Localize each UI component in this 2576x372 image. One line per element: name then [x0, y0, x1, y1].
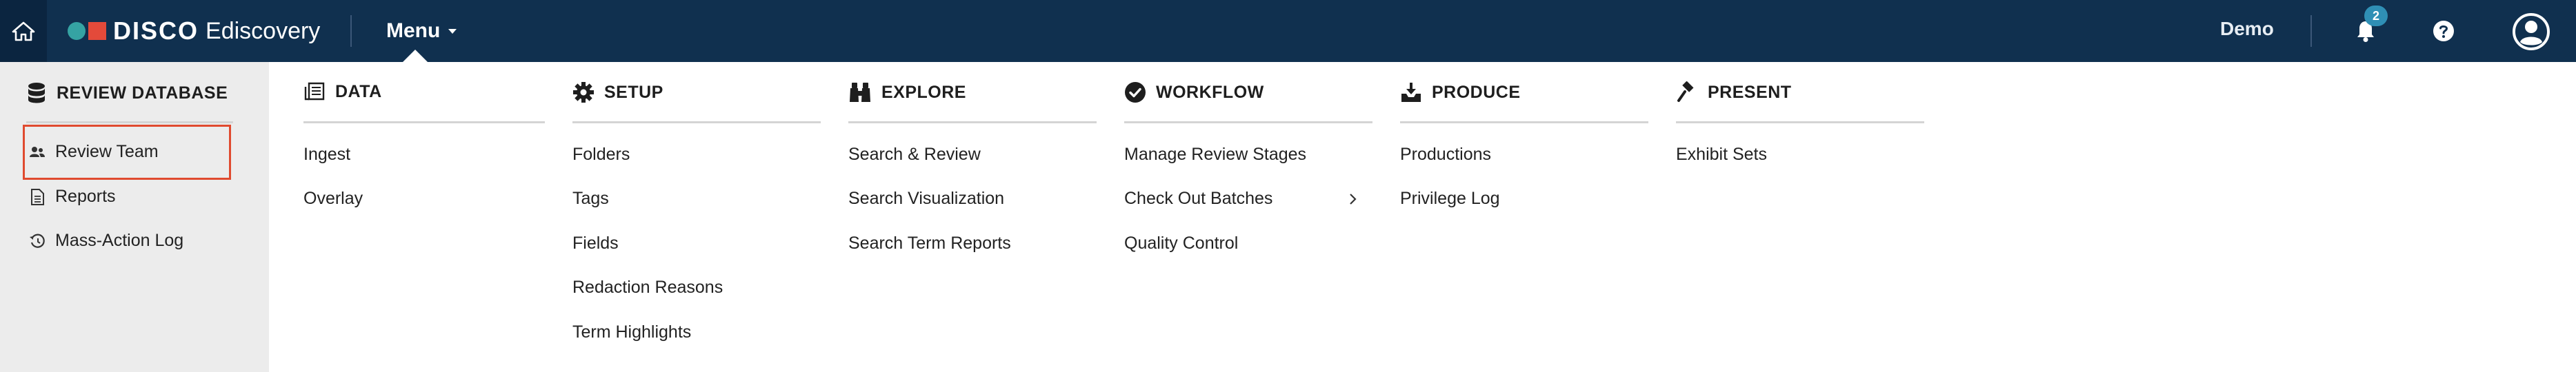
menu-item-label: Review Team	[55, 142, 159, 161]
menu-item-productions[interactable]: Productions	[1400, 145, 1491, 165]
logo-square-icon	[88, 22, 106, 40]
menu-item-manage-review-stages[interactable]: Manage Review Stages	[1124, 145, 1306, 165]
menu-item-folders[interactable]: Folders	[572, 145, 630, 165]
download-tray-icon	[1401, 83, 1421, 102]
menu-item-fields[interactable]: Fields	[572, 234, 619, 254]
setup-section-title: SETUP	[604, 82, 663, 102]
review-database-header: REVIEW DATABASE	[26, 81, 228, 105]
document-icon	[31, 188, 44, 205]
header-rule	[1400, 121, 1648, 123]
menu-item-label: Fields	[572, 234, 619, 253]
header-rule	[303, 121, 545, 123]
menu-item-privilege-log[interactable]: Privilege Log	[1400, 189, 1500, 209]
explore-section-title: EXPLORE	[881, 82, 966, 102]
caret-down-icon	[448, 28, 457, 34]
menu-label: Menu	[386, 19, 441, 42]
review-database-title: REVIEW DATABASE	[57, 83, 228, 103]
users-icon	[30, 146, 45, 157]
menu-item-label: Check Out Batches	[1124, 189, 1273, 208]
produce-section-title: PRODUCE	[1432, 82, 1521, 102]
menu-item-search-term-reports[interactable]: Search Term Reports	[848, 234, 1011, 254]
menu-item-label: Reports	[55, 187, 116, 206]
menu-item-tags[interactable]: Tags	[572, 189, 609, 209]
history-icon	[30, 234, 45, 248]
menu-item-overlay[interactable]: Overlay	[303, 189, 363, 209]
menu-item-label: Folders	[572, 145, 630, 164]
product-name: Ediscovery	[206, 17, 321, 44]
data-section-header: DATA	[303, 81, 382, 102]
workflow-section-header: WORKFLOW	[1124, 81, 1264, 103]
header-rule	[572, 121, 821, 123]
menu-item-redaction-reasons[interactable]: Redaction Reasons	[572, 278, 723, 298]
account-button[interactable]	[2510, 11, 2552, 52]
menu-item-mass-action-log[interactable]: Mass-Action Log	[29, 231, 183, 251]
gavel-icon	[1677, 81, 1694, 102]
menu-button[interactable]: Menu	[386, 15, 457, 47]
menu-item-label: Search & Review	[848, 145, 981, 164]
notification-badge: 2	[2364, 6, 2388, 26]
menu-item-exhibit-sets[interactable]: Exhibit Sets	[1676, 145, 1767, 165]
header-rule	[1124, 121, 1372, 123]
help-button[interactable]	[2430, 18, 2457, 44]
gear-icon	[573, 82, 594, 103]
menu-item-label: Search Visualization	[848, 189, 1005, 208]
binoculars-icon	[850, 83, 870, 102]
brand-name: DISCO	[113, 17, 199, 45]
database-icon	[28, 83, 45, 103]
menu-item-label: Privilege Log	[1400, 189, 1500, 208]
menu-item-label: Ingest	[303, 145, 351, 164]
top-navigation-bar: DISCO Ediscovery Menu Demo 2	[0, 0, 2576, 62]
menu-item-label: Productions	[1400, 145, 1492, 164]
user-name[interactable]: Demo	[2220, 18, 2274, 40]
menu-item-reports[interactable]: Reports	[29, 187, 116, 207]
menu-item-term-highlights[interactable]: Term Highlights	[572, 322, 691, 342]
header-rule	[26, 121, 233, 123]
header-rule	[1676, 121, 1924, 123]
data-section-title: DATA	[335, 81, 382, 101]
home-icon	[12, 21, 35, 41]
chevron-right-icon	[1350, 193, 1357, 205]
menu-item-label: Exhibit Sets	[1676, 145, 1768, 164]
setup-section-header: SETUP	[572, 81, 663, 103]
menu-pointer	[403, 50, 428, 62]
menu-item-quality-control[interactable]: Quality Control	[1124, 234, 1238, 254]
menu-item-label: Search Term Reports	[848, 234, 1011, 253]
menu-item-label: Mass-Action Log	[55, 231, 184, 250]
present-section-header: PRESENT	[1676, 81, 1792, 103]
topbar-divider	[2310, 15, 2312, 47]
disco-logo[interactable]: DISCO Ediscovery	[68, 17, 320, 45]
menu-item-label: Redaction Reasons	[572, 278, 723, 297]
header-rule	[848, 121, 1097, 123]
menu-item-check-out-batches[interactable]: Check Out Batches	[1124, 189, 1367, 209]
menu-item-label: Quality Control	[1124, 234, 1239, 253]
workflow-section-title: WORKFLOW	[1156, 82, 1264, 102]
menu-item-ingest[interactable]: Ingest	[303, 145, 350, 165]
logo-dot-icon	[68, 22, 86, 40]
home-button[interactable]	[0, 0, 47, 62]
topbar-divider	[350, 15, 352, 47]
menu-item-review-team[interactable]: Review Team	[29, 142, 159, 162]
produce-section-header: PRODUCE	[1400, 81, 1521, 103]
explore-section-header: EXPLORE	[848, 81, 966, 103]
check-circle-icon	[1125, 82, 1146, 103]
menu-item-label: Overlay	[303, 189, 363, 208]
help-icon	[2433, 21, 2454, 41]
menu-item-search-and-review[interactable]: Search & Review	[848, 145, 981, 165]
data-icon	[304, 82, 325, 101]
menu-item-label: Term Highlights	[572, 322, 692, 342]
menu-item-label: Manage Review Stages	[1124, 145, 1307, 164]
menu-item-search-visualization[interactable]: Search Visualization	[848, 189, 1004, 209]
user-avatar-icon	[2513, 13, 2550, 50]
review-database-panel	[0, 62, 269, 372]
present-section-title: PRESENT	[1708, 82, 1792, 102]
menu-item-label: Tags	[572, 189, 609, 208]
